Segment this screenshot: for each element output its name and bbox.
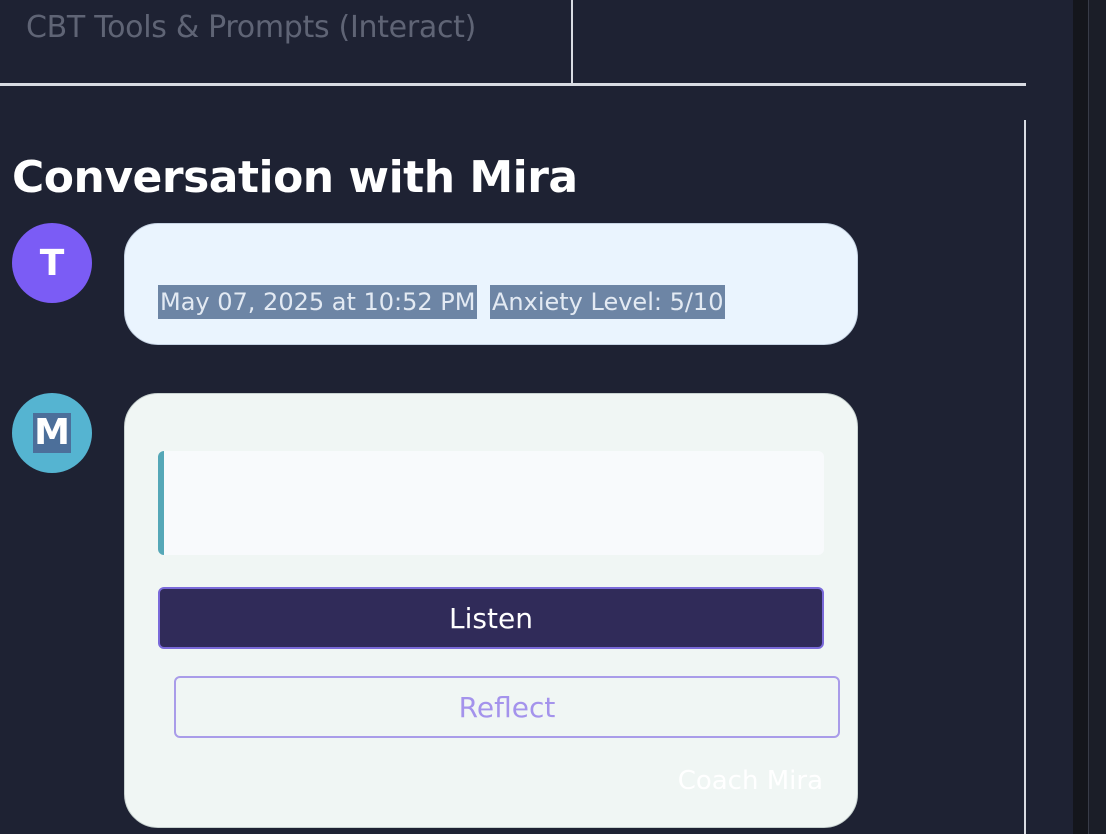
tab-bar: CBT Tools & Prompts (Interact) — [0, 0, 1026, 86]
tab-cbt-tools-label: CBT Tools & Prompts (Interact) — [26, 10, 477, 45]
listen-button[interactable]: Listen — [158, 587, 824, 649]
scrollbar-track[interactable] — [1073, 0, 1089, 834]
user-avatar-initial: T — [39, 242, 65, 284]
user-avatar: T — [12, 223, 92, 303]
assistant-avatar: M — [12, 393, 92, 473]
assistant-signature: Coach Mira — [677, 766, 823, 796]
anxiety-level: Anxiety Level: 5/10 — [490, 285, 726, 319]
assistant-message-bubble: Listen Reflect Coach Mira — [124, 393, 858, 828]
user-message-bubble: May 07, 2025 at 10:52 PM Anxiety Level: … — [124, 223, 858, 345]
message-timestamp: May 07, 2025 at 10:52 PM — [158, 285, 478, 319]
side-gutter — [1089, 0, 1106, 834]
conversation-title: Conversation with Mira — [12, 152, 578, 203]
reflect-button[interactable]: Reflect — [174, 676, 840, 738]
main-panel-border — [1024, 120, 1026, 834]
app-window: CBT Tools & Prompts (Interact) Conversat… — [0, 0, 1106, 834]
assistant-avatar-initial: M — [33, 412, 71, 453]
tab-cbt-tools[interactable]: CBT Tools & Prompts (Interact) — [0, 0, 573, 83]
message-quote-block — [158, 451, 824, 555]
